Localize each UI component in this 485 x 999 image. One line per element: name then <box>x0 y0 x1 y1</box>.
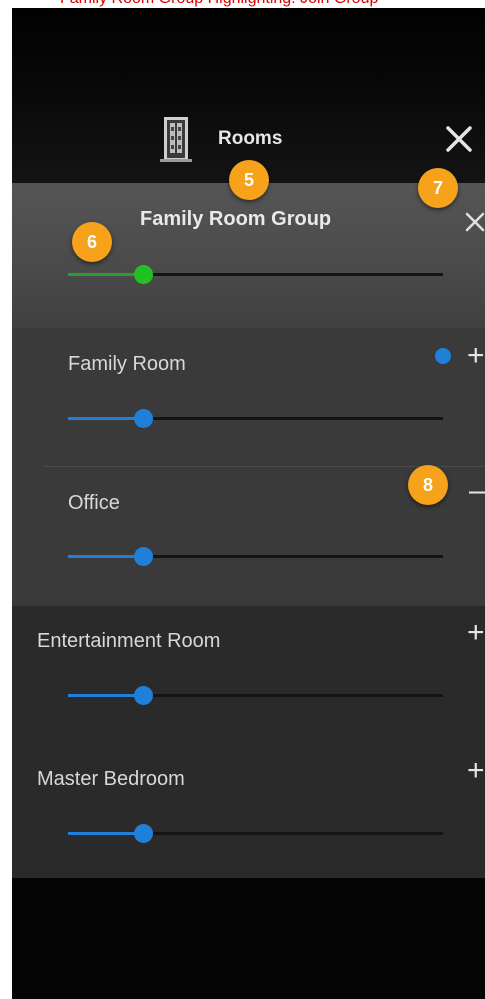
room-volume-slider-entertainment-room[interactable] <box>68 684 443 708</box>
status-dot <box>435 348 451 364</box>
slider-fill <box>68 273 143 276</box>
slider-thumb[interactable] <box>134 686 153 705</box>
slider-thumb[interactable] <box>134 824 153 843</box>
room-label-office: Office <box>68 492 120 514</box>
room-volume-slider-office[interactable] <box>68 545 443 569</box>
room-label-master-bedroom: Master Bedroom <box>37 768 185 790</box>
caption-strip: Family Room Group Highlighting: Join Gro… <box>0 0 485 8</box>
divider <box>32 740 485 741</box>
slider-fill <box>68 417 143 420</box>
header-background <box>12 8 485 183</box>
callout-badge-8: 8 <box>408 465 448 505</box>
slider-thumb[interactable] <box>134 265 153 284</box>
page-title: Rooms <box>218 128 283 149</box>
slider-fill <box>68 555 143 558</box>
group-volume-slider[interactable] <box>68 263 443 287</box>
slider-thumb[interactable] <box>134 547 153 566</box>
callout-badge-5: 5 <box>229 160 269 200</box>
room-volume-slider-family-room[interactable] <box>68 407 443 431</box>
remove-room-button-office[interactable]: – <box>469 476 485 506</box>
add-room-button-master-bedroom[interactable]: + <box>467 756 485 786</box>
slider-thumb[interactable] <box>134 409 153 428</box>
add-room-button-entertainment-room[interactable]: + <box>467 618 485 648</box>
room-label-entertainment-room: Entertainment Room <box>37 630 221 652</box>
room-volume-slider-master-bedroom[interactable] <box>68 822 443 846</box>
close-group-icon[interactable] <box>464 211 485 233</box>
slider-fill <box>68 694 143 697</box>
close-icon[interactable] <box>442 122 476 156</box>
rooms-screen: Rooms Family Room Group Family Room + Of… <box>12 8 485 999</box>
bottom-background <box>12 878 485 999</box>
rooms-door-icon <box>160 117 192 162</box>
callout-badge-7: 7 <box>418 168 458 208</box>
callout-badge-6: 6 <box>72 222 112 262</box>
room-label-family-room: Family Room <box>68 353 186 375</box>
add-room-button-family-room[interactable]: + <box>467 341 485 371</box>
group-title: Family Room Group <box>140 208 332 230</box>
slider-fill <box>68 832 143 835</box>
caption-text: Family Room Group Highlighting: Join Gro… <box>60 0 378 8</box>
